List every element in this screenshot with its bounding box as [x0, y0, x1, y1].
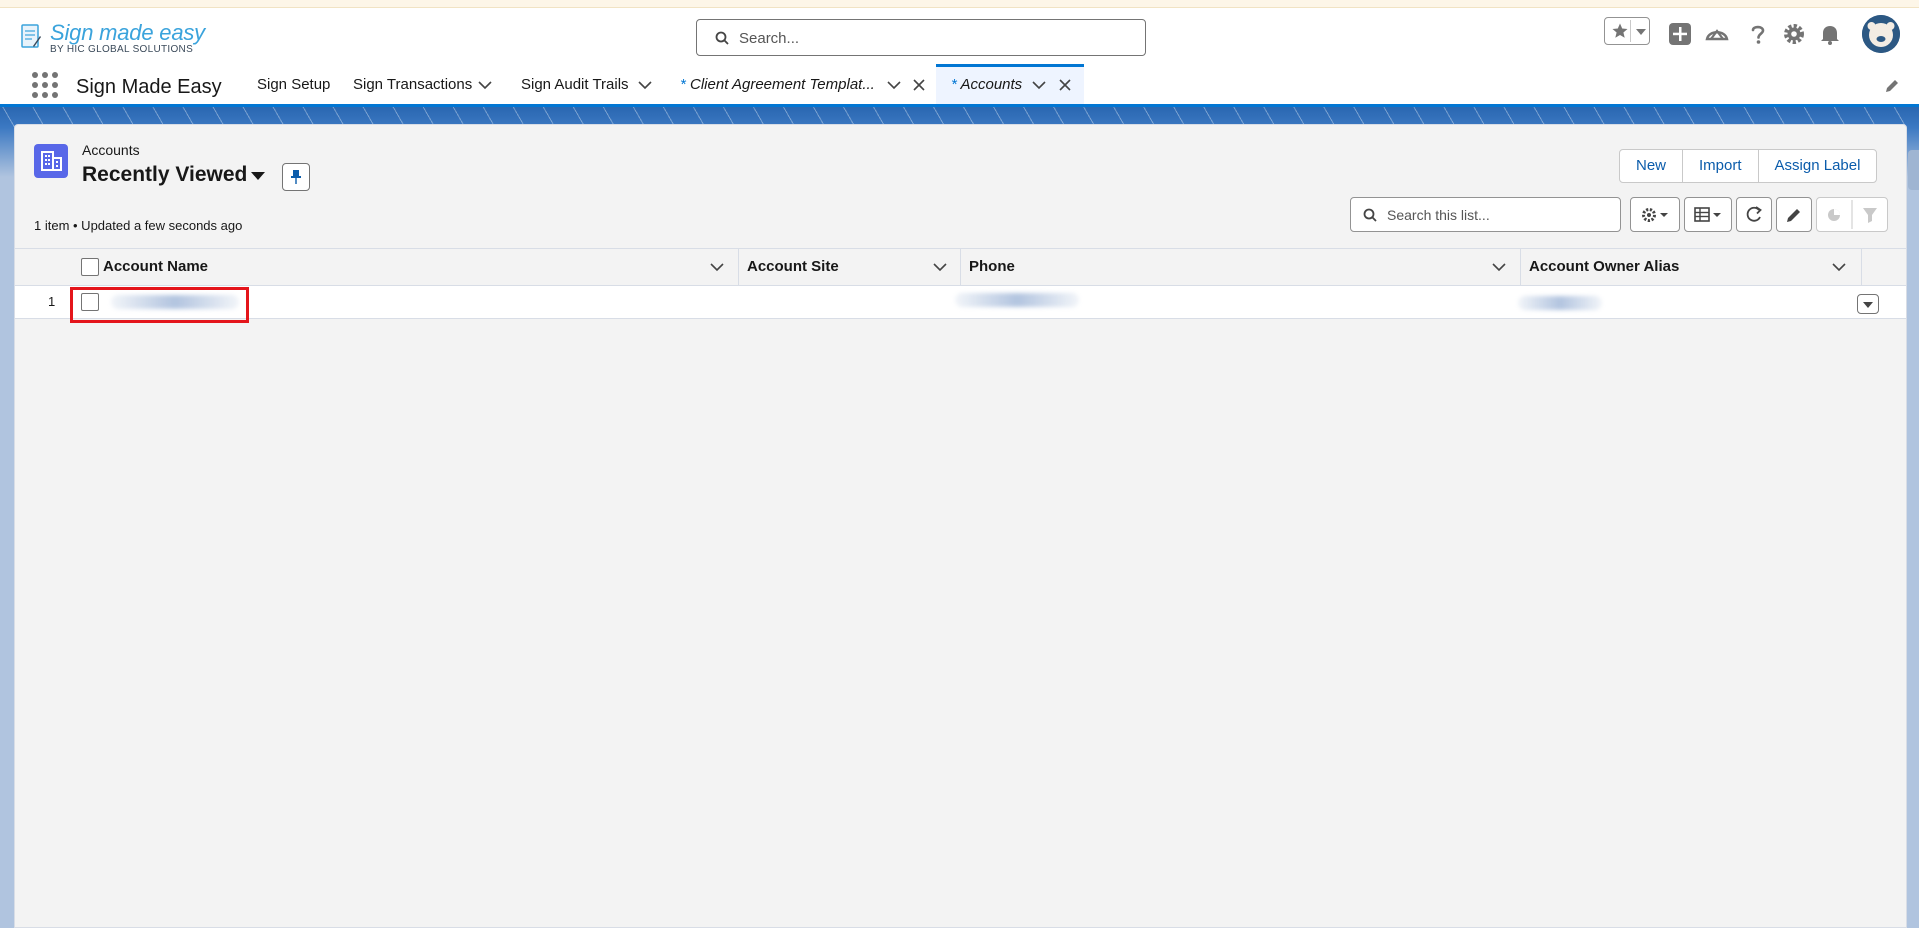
tab-label: Accounts	[960, 76, 1023, 93]
list-search-input[interactable]	[1387, 204, 1607, 226]
app-logo[interactable]: Sign made easy BY HIC GLOBAL SOLUTIONS	[20, 20, 210, 55]
list-settings-button[interactable]	[1630, 197, 1680, 232]
trailhead-icon[interactable]	[1705, 22, 1729, 46]
app-name: Sign Made Easy	[76, 76, 222, 98]
nav-item-sign-setup[interactable]: Sign Setup	[257, 76, 330, 93]
row-actions-button[interactable]	[1857, 294, 1879, 314]
account-object-icon	[34, 144, 68, 178]
pin-icon	[291, 170, 301, 184]
document-logo-icon	[21, 24, 41, 48]
chevron-down-icon[interactable]	[478, 80, 492, 90]
table-header-row: Account Name Account Site Phone Account …	[15, 248, 1906, 286]
column-header-account-owner-alias[interactable]: Account Owner Alias	[1521, 249, 1862, 286]
unsaved-marker: *	[680, 76, 686, 93]
edit-nav-pencil-icon[interactable]	[1884, 78, 1900, 94]
global-actions-add-icon[interactable]	[1668, 22, 1692, 46]
global-search[interactable]	[696, 19, 1146, 56]
gear-dropdown-icon	[1642, 208, 1668, 222]
column-header-phone[interactable]: Phone	[961, 249, 1521, 286]
favorites-dropdown-icon[interactable]	[1636, 29, 1646, 35]
new-button[interactable]: New	[1620, 150, 1684, 182]
building-icon	[41, 151, 62, 171]
favorites-button[interactable]	[1604, 17, 1650, 45]
favorites-divider	[1630, 20, 1631, 42]
column-header-account-name[interactable]: Account Name	[95, 249, 739, 286]
notifications-bell-icon[interactable]	[1818, 22, 1842, 46]
chevron-down-icon[interactable]	[1032, 80, 1046, 90]
user-avatar[interactable]	[1862, 15, 1900, 53]
owner-alias-redacted	[1518, 296, 1602, 310]
phone-value-redacted	[955, 293, 1079, 307]
column-label: Account Owner Alias	[1529, 258, 1680, 275]
pin-list-button[interactable]	[282, 163, 310, 191]
column-label: Phone	[969, 258, 1015, 275]
chevron-down-icon[interactable]	[933, 262, 947, 272]
search-icon	[715, 31, 729, 45]
nav-item-sign-audit-trails[interactable]: Sign Audit Trails	[521, 76, 629, 93]
row-number: 1	[48, 294, 56, 309]
list-view-dropdown-icon[interactable]	[251, 172, 265, 180]
table-view-icon	[1694, 207, 1721, 222]
column-header-account-site[interactable]: Account Site	[739, 249, 961, 286]
table-row[interactable]: 1	[15, 286, 1906, 319]
chevron-down-icon[interactable]	[1832, 262, 1846, 272]
close-tab-icon[interactable]	[1059, 79, 1071, 91]
assign-label-button[interactable]: Assign Label	[1759, 150, 1877, 182]
chevron-down-icon[interactable]	[887, 80, 901, 90]
setup-gear-icon[interactable]	[1782, 22, 1806, 46]
chevron-down-icon[interactable]	[710, 262, 724, 272]
side-panel-handle[interactable]	[1908, 150, 1919, 190]
tab-label: Client Agreement Templat...	[690, 76, 875, 93]
app-navigation-bar: Sign Made Easy Sign Setup Sign Transacti…	[0, 64, 1919, 107]
tab-accounts[interactable]: * Accounts	[951, 76, 1022, 93]
brand-name: Sign made easy	[50, 20, 205, 45]
refresh-icon	[1746, 206, 1762, 222]
list-view-selector[interactable]: Recently Viewed	[82, 163, 247, 187]
brand-byline: BY HIC GLOBAL SOLUTIONS	[50, 44, 194, 55]
app-launcher-icon[interactable]	[32, 72, 58, 98]
browser-notice-strip	[0, 0, 1919, 8]
chevron-down-icon[interactable]	[1492, 262, 1506, 272]
close-tab-icon[interactable]	[913, 79, 925, 91]
list-actions-button-group: New Import Assign Label	[1619, 149, 1878, 183]
chart-filter-button-group	[1816, 197, 1888, 232]
search-icon	[1363, 208, 1377, 222]
nav-item-sign-transactions[interactable]: Sign Transactions	[353, 76, 472, 93]
column-label: Account Name	[103, 258, 209, 275]
annotation-highlight-box	[70, 287, 249, 323]
chevron-down-icon[interactable]	[638, 80, 652, 90]
display-as-button[interactable]	[1684, 197, 1732, 232]
pencil-icon	[1787, 209, 1800, 222]
list-search[interactable]	[1350, 197, 1621, 232]
inline-edit-button[interactable]	[1776, 197, 1812, 232]
global-search-input[interactable]	[739, 27, 1129, 49]
chart-filter-icons	[1828, 200, 1877, 229]
list-meta-info: 1 item • Updated a few seconds ago	[34, 218, 243, 233]
list-view-card: Accounts Recently Viewed 1 item • Update…	[14, 124, 1907, 928]
refresh-button[interactable]	[1736, 197, 1772, 232]
help-icon[interactable]	[1746, 22, 1770, 46]
tab-client-agreement-template[interactable]: * Client Agreement Templat...	[680, 76, 875, 93]
astro-avatar-icon	[1862, 15, 1900, 53]
unsaved-marker: *	[951, 76, 957, 93]
import-button[interactable]: Import	[1683, 150, 1759, 182]
star-icon	[1612, 23, 1628, 38]
chevron-down-icon	[1863, 302, 1873, 308]
column-label: Account Site	[747, 258, 839, 275]
object-label: Accounts	[82, 142, 140, 158]
